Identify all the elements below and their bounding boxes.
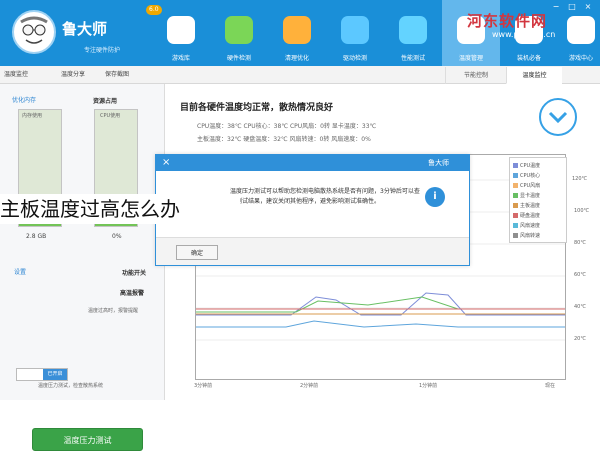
watermark-url: www.pc0359.cn [492,30,556,39]
kite-icon [225,16,253,44]
nav-performance[interactable]: 性能测试 [384,0,442,66]
optimize-memory-link[interactable]: 优化内存 [12,95,36,104]
dialog-confirm-button[interactable]: 确定 [176,245,218,260]
y-axis-label: 80℃ [574,240,586,246]
nav-label: 游戏库 [171,55,190,62]
nav-driver[interactable]: 驱动检测 [326,0,384,66]
maximize-icon[interactable]: □ [566,2,578,12]
gear-icon [341,16,369,44]
nav-label: 性能测试 [400,55,425,62]
gpu-temperature-line [196,296,565,313]
toggle-description: 温度过高时，报警提醒 [88,308,139,314]
dialog-message: 温度压力测试可以帮助您检测电脑散热系统是否有问题，3分钟后可以查看测试结果，建议… [230,188,420,205]
info-line-1: CPU温度：38℃ CPU核心：38℃ CPU风扇：0转 显卡温度：33℃ [197,123,377,130]
toolbar-screenshot-button[interactable]: 保存截图 [105,69,129,81]
legend-item: 硬盘温度 [513,212,540,219]
nav-label: 游戏中心 [568,55,593,62]
cpu-value: 0% [112,233,122,240]
y-axis-label: 100℃ [574,208,590,214]
legend-item: 主板温度 [513,202,540,209]
y-axis-label: 40℃ [574,304,586,310]
tab-power[interactable]: 节能控制 [445,67,506,84]
x-axis-label: 2分钟前 [300,383,319,389]
nav-hardware[interactable]: 硬件检测 [210,0,268,66]
legend-item: CPU温度 [513,162,540,169]
dialog-header: 鲁大师 × [156,155,469,171]
legend-item: CPU风扇 [513,182,540,189]
nav-label: 驱动检测 [342,55,367,62]
tab-temperature[interactable]: 温度监控 [506,67,562,84]
cpu-label: CPU使用 [100,113,121,119]
settings-link[interactable]: 设置 [14,267,26,276]
watermark: 河东软件网 [467,12,548,30]
cpu-core-line [196,320,565,328]
stress-test-button[interactable]: 温度压力测试 [32,428,143,451]
legend-item: CPU核心 [513,172,540,179]
mascot-avatar-icon [12,10,56,54]
y-axis-label: 60℃ [574,272,586,278]
x-axis-label: 1分钟前 [419,383,438,389]
nav-label: 硬件检测 [226,55,251,62]
legend-item: 风扇转速 [513,232,540,239]
sidebar: 资源占用 优化内存 内存使用 2.8 GB CPU使用 0% 功能开关 设置 高… [0,84,165,451]
app-subtitle: 专注硬件防护 [84,47,121,54]
y-axis-label: 120℃ [572,176,588,182]
dialog-title: 鲁大师 [428,159,449,167]
game-controller-icon [167,16,195,44]
caption-overlay: 主板温度过高怎么办 [0,194,240,224]
legend-item: 风扇速度 [513,222,540,229]
legend-item: 显卡温度 [513,192,540,199]
status-title: 目前各硬件温度均正常，散热情况良好 [180,103,334,113]
app-title: 鲁大师 [62,20,108,38]
close-icon[interactable]: × [582,2,594,12]
memory-label: 内存使用 [22,113,43,119]
toolbar-monitor-button[interactable]: 温度监控 [4,69,28,81]
nav-label: 装机必备 [516,55,541,62]
nav-cleanup[interactable]: 清理优化 [268,0,326,66]
high-temp-toggle[interactable]: 已开启 [16,368,68,381]
nav-game-library[interactable]: 游戏库 [152,0,210,66]
app-header: 鲁大师 专注硬件防护 6.0 游戏库 硬件检测 清理优化 驱动检测 性能测试 温… [0,0,600,66]
broom-icon [283,16,311,44]
x-axis-label: 现在 [545,383,556,389]
high-temp-label: 高温报警 [120,290,145,297]
minimize-icon[interactable]: − [550,2,562,12]
nav-label: 清理优化 [284,55,309,62]
switch-title: 功能开关 [122,270,147,277]
dialog-close-icon[interactable]: × [162,157,170,168]
nav-label: 温度管理 [458,55,483,62]
memory-value: 2.8 GB [26,233,47,240]
chart-legend: CPU温度 CPU核心 CPU风扇 显卡温度 主板温度 硬盘温度 风扇速度 风扇… [509,157,567,243]
toggle-on: 已开启 [43,369,67,380]
collapse-chevron-button[interactable] [539,98,577,136]
info-line-2: 主板温度：32℃ 硬盘温度：32℃ 风扇转速：0转 风扇速度：0% [197,136,371,143]
info-icon: i [425,187,445,207]
home-icon [567,16,595,44]
speedometer-icon [399,16,427,44]
y-axis-label: 20℃ [574,336,586,342]
stress-test-description: 温度压力测试，检查散热系统 [38,383,104,389]
resource-title: 资源占用 [93,98,118,105]
toolbar-share-button[interactable]: 温度分享 [61,69,85,81]
x-axis-label: 3分钟前 [194,383,213,389]
